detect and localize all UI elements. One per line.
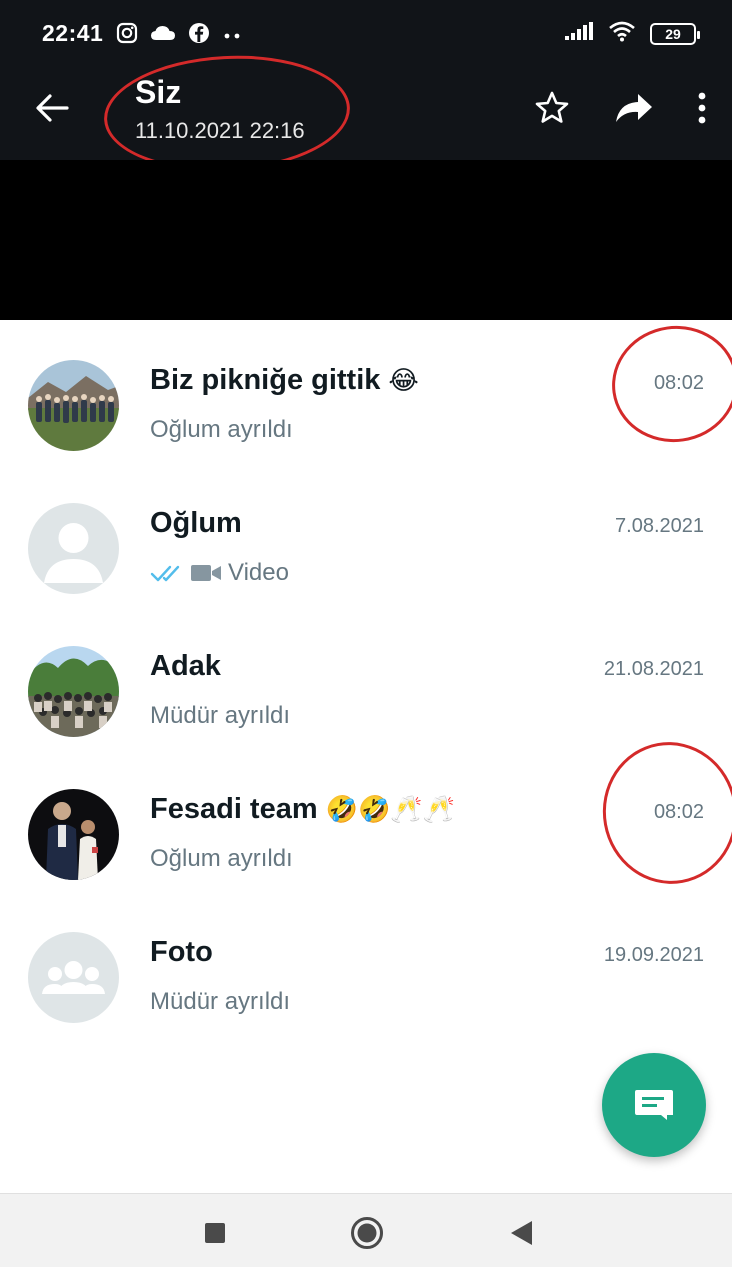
- star-button[interactable]: [528, 84, 576, 132]
- chat-last-message-text: Oğlum ayrıldı: [150, 845, 293, 872]
- chat-last-message-text: Video: [228, 559, 289, 586]
- app-header: Siz 11.10.2021 22:16: [0, 64, 732, 160]
- chat-name: Fesadi team 🤣🤣🥂🥂: [150, 793, 455, 826]
- default-person-icon: [44, 523, 103, 583]
- new-chat-button[interactable]: [602, 1053, 706, 1157]
- chat-row[interactable]: Adak Müdür ayrıldı 21.08.2021: [0, 606, 732, 749]
- chat-time: 08:02: [653, 372, 704, 394]
- chat-time: 19.09.2021: [603, 944, 704, 966]
- star-icon: [535, 91, 569, 123]
- status-right-icons: 29: [564, 20, 700, 47]
- battery-icon: 29: [650, 22, 700, 45]
- chat-message-icon: [635, 1090, 673, 1120]
- avatar[interactable]: [28, 646, 119, 737]
- default-group-icon: [42, 961, 105, 994]
- forward-button[interactable]: [610, 84, 658, 132]
- chat-last-message: Oğlum ayrıldı: [150, 416, 293, 444]
- instagram-icon: [116, 22, 138, 49]
- chat-name-text: Fesadi team: [150, 793, 318, 825]
- chat-row[interactable]: Biz pikniğe gittik 😂 Oğlum ayrıldı 08:02: [0, 320, 732, 463]
- back-arrow-icon: [36, 94, 69, 122]
- chat-name-text: Oğlum: [150, 507, 242, 539]
- page-subtitle: 11.10.2021 22:16: [135, 118, 305, 143]
- chat-last-message: Video: [150, 559, 289, 587]
- back-button[interactable]: [30, 86, 74, 130]
- chat-name-emoji: 🤣🤣🥂🥂: [325, 794, 456, 824]
- header-extension: [0, 160, 732, 320]
- chat-last-message-text: Müdür ayrıldı: [150, 988, 291, 1015]
- more-options-button[interactable]: [692, 84, 712, 132]
- back-nav-button[interactable]: [504, 1216, 538, 1250]
- chat-name: Foto: [150, 936, 213, 969]
- video-camera-icon: [191, 565, 221, 581]
- chat-last-message: Oğlum ayrıldı: [150, 845, 293, 873]
- chat-name-text: Adak: [150, 650, 221, 682]
- chat-name: Oğlum: [150, 507, 242, 540]
- chat-list: Biz pikniğe gittik 😂 Oğlum ayrıldı 08:02…: [0, 320, 732, 1035]
- chat-name: Biz pikniğe gittik 😂: [150, 364, 419, 397]
- avatar[interactable]: [28, 932, 119, 1023]
- chat-time: 08:02: [653, 801, 704, 823]
- cloud-icon: [150, 24, 176, 47]
- couple-photo-avatar: [28, 789, 119, 880]
- chat-name-text: Foto: [150, 936, 213, 968]
- avatar[interactable]: [28, 503, 119, 594]
- recents-button[interactable]: [198, 1216, 232, 1250]
- chat-row[interactable]: Oğlum Video 7.08.2021: [0, 463, 732, 606]
- signal-icon: [564, 21, 594, 46]
- header-actions: [528, 84, 712, 132]
- chat-name: Adak: [150, 650, 221, 683]
- chat-time: 21.08.2021: [603, 658, 704, 680]
- chat-last-message-text: Müdür ayrıldı: [150, 702, 291, 729]
- status-time: 22:41: [42, 20, 104, 46]
- group-photo-avatar: [28, 646, 119, 737]
- avatar[interactable]: [28, 789, 119, 880]
- avatar[interactable]: [28, 360, 119, 451]
- double-check-icon: [150, 565, 180, 582]
- chat-name-text: Biz pikniğe gittik: [150, 364, 381, 396]
- chat-time: 7.08.2021: [615, 515, 704, 537]
- facebook-icon: [188, 22, 210, 49]
- status-bar: 22:41 29: [0, 0, 732, 64]
- chat-last-message: Müdür ayrıldı: [150, 988, 290, 1016]
- square-icon: [205, 1223, 225, 1243]
- home-button[interactable]: [350, 1216, 384, 1250]
- more-vert-icon: [698, 92, 706, 124]
- system-nav-bar: [0, 1193, 732, 1267]
- chat-row[interactable]: Fesadi team 🤣🤣🥂🥂 Oğlum ayrıldı 08:02: [0, 749, 732, 892]
- circle-icon: [351, 1217, 383, 1249]
- chat-last-message: Müdür ayrıldı: [150, 702, 290, 730]
- forward-icon: [616, 94, 652, 122]
- triangle-back-icon: [511, 1221, 532, 1245]
- chat-name-emoji: 😂: [388, 365, 419, 395]
- chat-row[interactable]: Foto Müdür ayrıldı 19.09.2021: [0, 892, 732, 1035]
- status-left-icons: [116, 22, 242, 49]
- wifi-icon: [608, 20, 636, 47]
- chat-last-message-text: Oğlum ayrıldı: [150, 416, 293, 443]
- battery-level: 29: [665, 25, 681, 42]
- group-photo-avatar: [28, 360, 119, 451]
- page-title: Siz: [135, 74, 182, 110]
- more-dots-icon: [222, 27, 242, 45]
